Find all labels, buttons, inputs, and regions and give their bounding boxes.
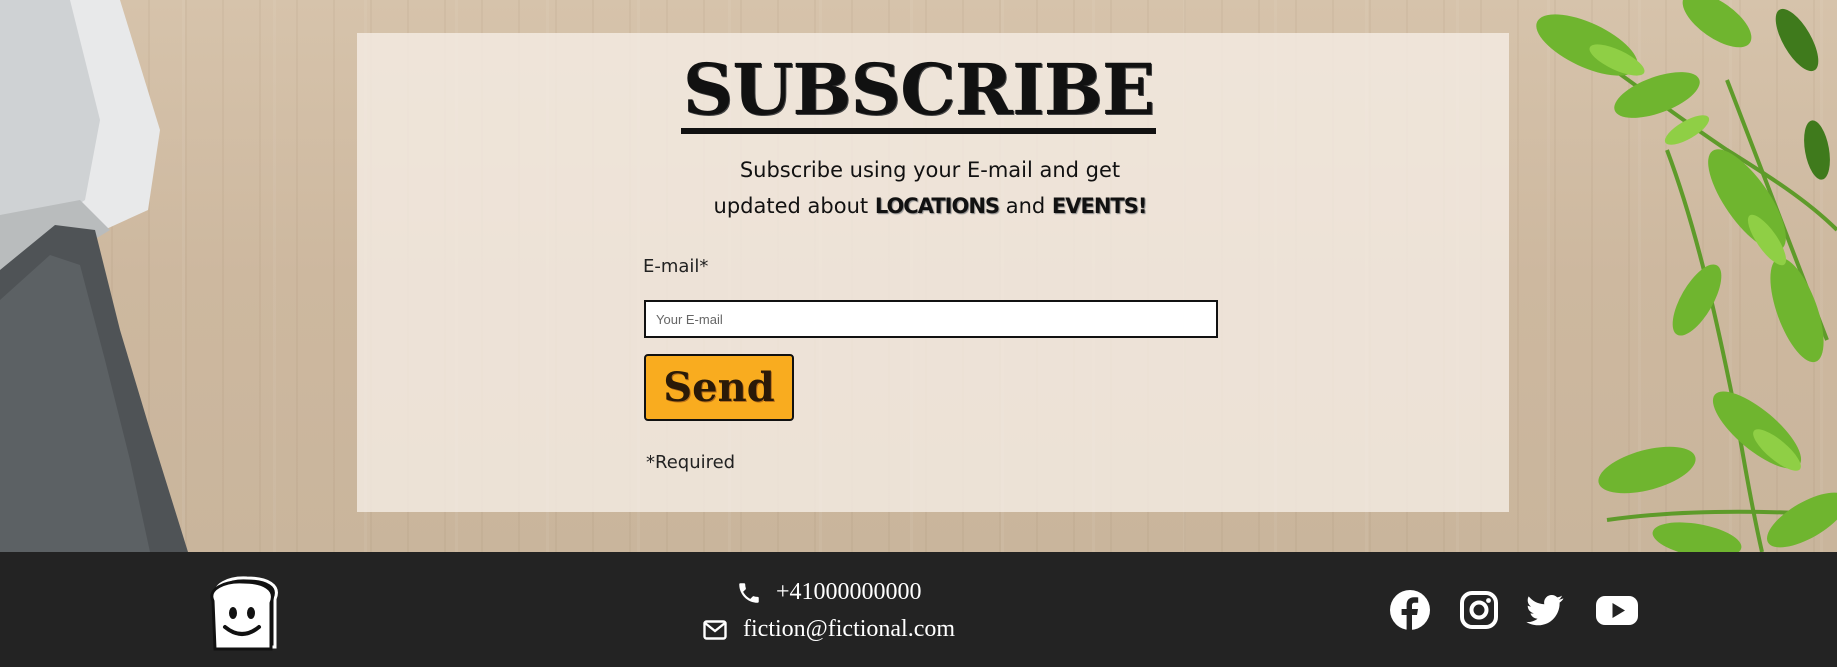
footer-phone: +41000000000 (736, 579, 922, 606)
send-button[interactable]: Send (644, 354, 794, 421)
twitter-icon[interactable] (1525, 590, 1565, 630)
subscribe-title-wrap: SUBSCRIBE (0, 52, 1837, 134)
subscribe-intro: Subscribe using your E-mail and get upda… (0, 152, 1837, 224)
phone-icon (739, 582, 759, 603)
toast-logo-icon[interactable] (207, 575, 283, 651)
email-address[interactable]: fiction@fictional.com (743, 616, 955, 643)
phone-number[interactable]: +41000000000 (776, 579, 922, 606)
email-input[interactable] (644, 300, 1218, 338)
youtube-icon[interactable] (1595, 590, 1639, 630)
footer-email: fiction@fictional.com (703, 616, 955, 643)
subscribe-title: SUBSCRIBE (680, 52, 1157, 134)
intro-line-2: updated about LOCATIONS and EVENTS! (0, 188, 1837, 224)
intro-highlight-locations: LOCATIONS (874, 194, 1000, 218)
intro-line-2-start: updated about (713, 194, 875, 218)
email-label: E-mail* (643, 256, 709, 277)
intro-line-1: Subscribe using your E-mail and get (739, 158, 1121, 182)
instagram-icon[interactable] (1459, 590, 1499, 630)
required-note: *Required (646, 452, 736, 473)
facebook-icon[interactable] (1390, 590, 1430, 630)
intro-line-2-mid: and (999, 194, 1052, 218)
envelope-icon (703, 619, 727, 640)
intro-highlight-events: EVENTS! (1051, 194, 1148, 218)
